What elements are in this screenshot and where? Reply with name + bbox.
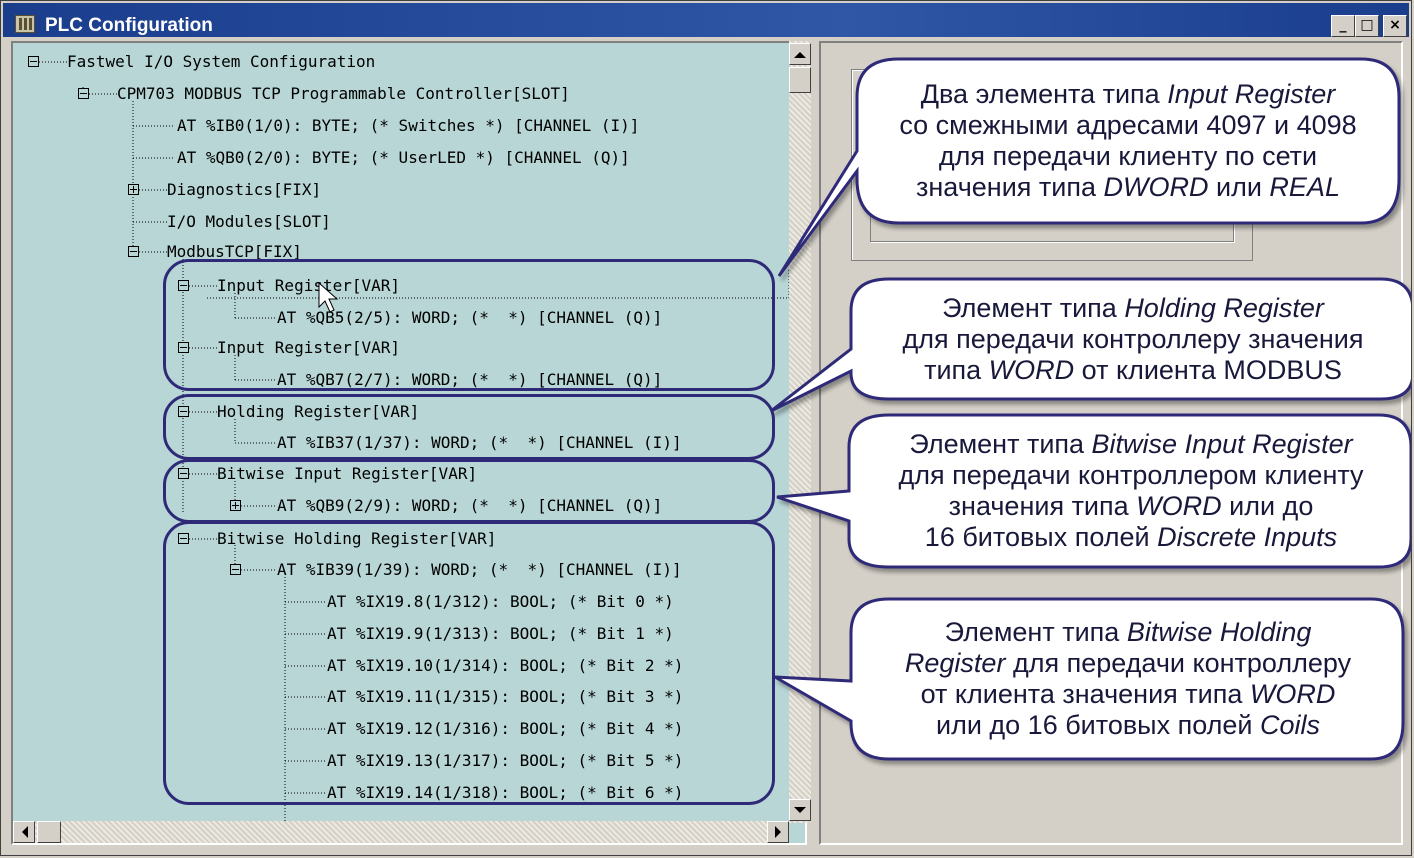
callout-4-line-2-a: Register [904,648,1006,678]
horizontal-scroll-thumb[interactable] [37,821,61,843]
arrow-right-icon [775,826,787,838]
callout-3-line-3-b: WORD [1136,491,1222,521]
callout-1-line-4-a: значения типа [916,172,1104,202]
callout-4-line-3-a: от клиента значения типа [920,679,1250,709]
title-bar[interactable]: PLC Configuration _ □ × [3,3,1409,37]
scroll-left-button[interactable] [13,821,35,843]
callout-1-line-1-b: Input Register [1167,79,1336,109]
plc-configuration-window: PLC Configuration _ □ × Fastwel I/O Syst… [0,0,1412,856]
tree-node-channel[interactable]: AT %IB0(1/0): BYTE; (* Switches *) [CHAN… [177,111,639,141]
scroll-up-button[interactable] [789,43,811,65]
collapse-icon[interactable] [128,246,139,257]
callout-3-line-1-b: Bitwise Input Register [1091,429,1353,459]
arrow-up-icon [794,46,806,58]
highlight-bitwise-holding-register [163,521,775,805]
highlight-input-registers [163,259,775,391]
callout-2-line-3-b: WORD [988,354,1075,385]
callout-2-line-1-a: Элемент типа [942,292,1125,323]
callout-1-line-4-b: DWORD [1103,172,1209,202]
tree-node-channel[interactable]: AT %QB0(2/0): BYTE; (* UserLED *) [CHANN… [177,143,630,173]
scroll-right-button[interactable] [767,821,789,843]
callout-1-text: Два элемента типа Input Register со смеж… [863,63,1393,219]
callout-2-line-3-c: от клиента MODBUS [1074,354,1342,385]
callout-1-line-2: со смежными адресами 4097 и 4098 [899,110,1357,140]
collapse-icon[interactable] [78,88,89,99]
callout-4-line-1-a: Элемент типа [944,617,1127,647]
callout-3-line-4-b: Discrete Inputs [1157,522,1338,552]
callout-4-text: Элемент типа Bitwise Holding Register дл… [857,603,1399,755]
callout-1-line-4-d: REAL [1269,172,1340,202]
collapse-icon[interactable] [28,56,39,67]
vertical-scrollbar[interactable] [789,41,811,823]
callout-4-line-1-b: Bitwise Holding [1126,617,1312,647]
callout-4-line-4-a: или до 16 битовых полей [935,710,1260,740]
callout-2-line-3-a: типа [924,354,989,385]
highlight-holding-register [163,394,775,460]
callout-3-line-3-c: или до [1221,491,1314,521]
callout-4-line-4-b: Coils [1259,710,1320,740]
horizontal-scrollbar[interactable] [13,821,789,843]
window-title: PLC Configuration [45,15,213,36]
maximize-button[interactable]: □ [1355,15,1379,37]
callout-3-line-3-a: значения типа [948,491,1137,521]
callout-4-line-2-b: для передачи контроллеру [1005,648,1352,678]
expand-icon[interactable] [128,184,139,195]
tree-node-controller[interactable]: CPM703 MODBUS TCP Programmable Controlle… [117,79,570,109]
callout-3-line-2: для передачи контроллером клиенту [898,460,1364,490]
callout-3-line-1-a: Элемент типа [909,429,1092,459]
tree-node-root[interactable]: Fastwel I/O System Configuration [67,47,375,77]
callout-1-line-4-c: или [1208,172,1270,202]
callout-1-line-1-a: Два элемента типа [920,79,1168,109]
arrow-left-icon [16,826,28,838]
tree-node-io-modules[interactable]: I/O Modules[SLOT] [167,207,331,237]
close-button[interactable]: × [1383,15,1407,37]
callout-1-line-3: для передачи клиенту по сети [938,141,1318,171]
callout-2-line-2: для передачи контроллеру значения [902,323,1364,354]
scroll-down-button[interactable] [789,799,811,821]
highlight-bitwise-input-register [163,459,775,523]
callout-4-line-3-b: WORD [1249,679,1336,709]
tree-node-diagnostics[interactable]: Diagnostics[FIX] [167,175,321,205]
callout-2-line-1-b: Holding Register [1124,292,1324,323]
minimize-button[interactable]: _ [1331,15,1355,37]
callout-3-text: Элемент типа Bitwise Input Register для … [855,419,1407,563]
callout-2-text: Элемент типа Holding Register для переда… [857,283,1409,395]
scroll-thumb[interactable] [789,67,811,93]
app-icon[interactable] [15,15,35,33]
callout-3-line-4-a: 16 битовых полей [924,522,1158,552]
arrow-down-icon [794,807,806,819]
